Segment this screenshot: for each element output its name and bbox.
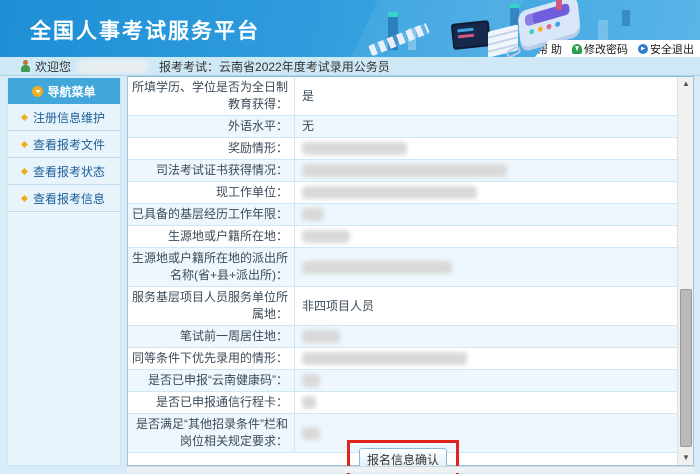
bottom-strip [127, 466, 694, 473]
field-label: 司法考试证书获得情况： [128, 160, 294, 181]
form-row: 外语水平：无 [128, 116, 678, 138]
field-value [294, 370, 678, 391]
form-row: 现工作单位： [128, 182, 678, 204]
sidebar-item-view-exam-documents-label: 查看报考文件 [33, 136, 105, 153]
redacted-value [302, 230, 350, 243]
form-row: 同等条件下优先录用的情形： [128, 348, 678, 370]
field-label: 是否已申报“云南健康码”： [128, 370, 294, 391]
form-panel: 所填学历、学位是否为全日制教育获得：是外语水平：无奖励情形：司法考试证书获得情况… [127, 76, 694, 466]
illustration-building [622, 10, 630, 26]
sidebar-item-registration-info-label: 注册信息维护 [33, 109, 105, 126]
illustration-figure [556, 0, 562, 10]
user-icon [20, 60, 31, 72]
bullet-icon [21, 194, 28, 201]
menu-collapse-icon [32, 86, 43, 97]
redacted-value [302, 330, 340, 343]
field-label: 服务基层项目人员服务单位所属地： [128, 287, 294, 325]
field-value [294, 226, 678, 247]
field-label: 外语水平： [128, 116, 294, 137]
form-row: 生源地或户籍所在地： [128, 226, 678, 248]
field-value [294, 326, 678, 347]
scroll-up-arrow[interactable]: ▲ [678, 77, 694, 91]
edit-password-icon [572, 44, 582, 54]
page: 全国人事考试服务平台 帮 助修改密码安全退出 欢迎您 报考考试：云南省2022年… [0, 0, 700, 474]
field-value [294, 248, 678, 286]
scroll-down-arrow[interactable]: ▼ [678, 451, 694, 465]
redacted-username [77, 60, 149, 73]
sidebar-item-registration-info[interactable]: 注册信息维护 [8, 104, 120, 131]
field-value [294, 392, 678, 413]
field-label: 奖励情形： [128, 138, 294, 159]
field-label: 所填学历、学位是否为全日制教育获得： [128, 77, 294, 115]
field-value [294, 138, 678, 159]
change-password-link[interactable]: 修改密码 [572, 41, 628, 57]
form-row: 是否已申报“云南健康码”： [128, 370, 678, 392]
nav-menu-header: 导航菜单 [8, 78, 120, 104]
field-value [294, 204, 678, 225]
sidebar-item-view-application-status[interactable]: 查看报考状态 [8, 158, 120, 185]
sidebar: 导航菜单 注册信息维护查看报考文件查看报考状态查看报考信息 [7, 78, 121, 466]
bullet-icon [21, 113, 28, 120]
field-value: 无 [294, 116, 678, 137]
field-label: 生源地或户籍所在地： [128, 226, 294, 247]
field-label: 已具备的基层经历工作年限： [128, 204, 294, 225]
bullet-icon [21, 140, 28, 147]
sidebar-item-view-exam-documents[interactable]: 查看报考文件 [8, 131, 120, 158]
field-value [294, 160, 678, 181]
redacted-value [302, 208, 324, 221]
form-row: 已具备的基层经历工作年限： [128, 204, 678, 226]
scroll-thumb[interactable] [680, 289, 692, 447]
field-label: 现工作单位： [128, 182, 294, 203]
field-label: 同等条件下优先录用的情形： [128, 348, 294, 369]
scrollbar[interactable]: ▲ ▼ [677, 77, 693, 465]
form-row: 所填学历、学位是否为全日制教育获得：是 [128, 77, 678, 116]
sidebar-item-view-application-info[interactable]: 查看报考信息 [8, 185, 120, 212]
illustration-building-cap [388, 12, 398, 17]
form-row: 笔试前一周居住地： [128, 326, 678, 348]
app-title: 全国人事考试服务平台 [30, 15, 260, 45]
app-header: 全国人事考试服务平台 帮 助修改密码安全退出 [0, 0, 700, 57]
logout-link[interactable]: 安全退出 [638, 41, 694, 57]
field-label: 笔试前一周居住地： [128, 326, 294, 347]
header-links: 帮 助修改密码安全退出 [535, 40, 700, 57]
form-row: 生源地或户籍所在地的派出所名称(省+县+派出所)： [128, 248, 678, 287]
bullet-icon [21, 167, 28, 174]
illustration-building-cap [510, 4, 519, 8]
field-label: 是否已申报通信行程卡： [128, 392, 294, 413]
form-row: 奖励情形： [128, 138, 678, 160]
redacted-value [302, 142, 407, 155]
welcome-greeting: 欢迎您 [35, 58, 71, 75]
field-value: 是 [294, 77, 678, 115]
change-password-link-label: 修改密码 [584, 41, 628, 57]
redacted-value [302, 352, 467, 365]
form-row: 司法考试证书获得情况： [128, 160, 678, 182]
form-row: 服务基层项目人员服务单位所属地：非四项目人员 [128, 287, 678, 326]
field-value: 非四项目人员 [294, 287, 678, 325]
field-label: 生源地或户籍所在地的派出所名称(省+县+派出所)： [128, 248, 294, 286]
field-value [294, 348, 678, 369]
sidebar-item-view-application-status-label: 查看报考状态 [33, 163, 105, 180]
logout-icon [638, 44, 648, 54]
form-rows: 所填学历、学位是否为全日制教育获得：是外语水平：无奖励情形：司法考试证书获得情况… [128, 77, 678, 453]
field-value [294, 182, 678, 203]
welcome-bar: 欢迎您 报考考试：云南省2022年度考试录用公务员 [0, 57, 700, 76]
nav-menu-title: 导航菜单 [47, 83, 95, 100]
logout-link-label: 安全退出 [650, 41, 694, 57]
illustration-ladder [368, 23, 430, 56]
redacted-value [302, 186, 477, 199]
redacted-value [302, 164, 507, 177]
redacted-value [302, 261, 452, 274]
sidebar-menu: 注册信息维护查看报考文件查看报考状态查看报考信息 [8, 104, 120, 212]
sidebar-item-view-application-info-label: 查看报考信息 [33, 190, 105, 207]
confirm-button-row: 报名信息确认 [128, 439, 678, 467]
illustration-monitor [451, 20, 492, 50]
redacted-value [302, 374, 320, 387]
exam-info: 报考考试：云南省2022年度考试录用公务员 [159, 58, 390, 75]
redacted-value [302, 427, 320, 440]
form-row: 是否已申报通信行程卡： [128, 392, 678, 414]
redacted-value [302, 396, 316, 409]
